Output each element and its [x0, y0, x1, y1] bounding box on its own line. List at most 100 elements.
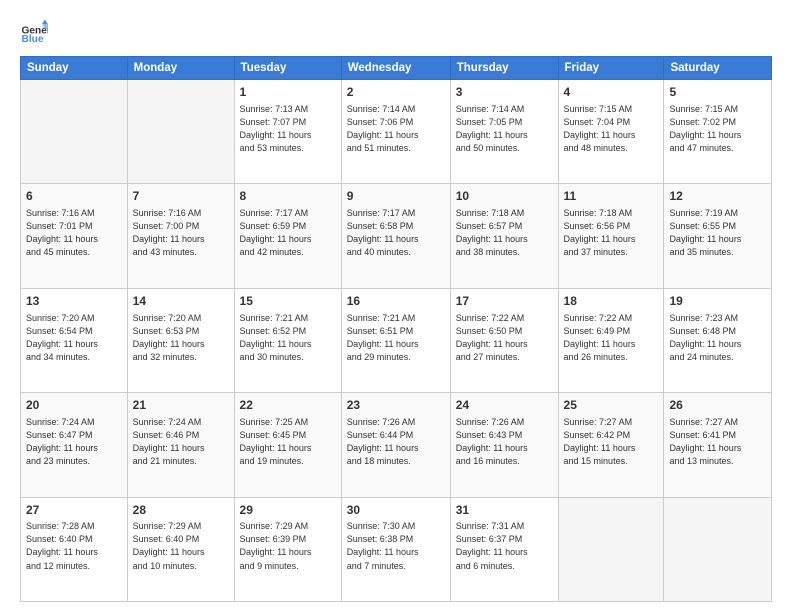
cell-info: Sunrise: 7:29 AM Sunset: 6:39 PM Dayligh…	[240, 520, 336, 572]
day-number: 13	[26, 293, 122, 310]
day-number: 9	[347, 188, 445, 205]
calendar-cell: 21Sunrise: 7:24 AM Sunset: 6:46 PM Dayli…	[127, 393, 234, 497]
day-number: 20	[26, 397, 122, 414]
day-number: 4	[564, 84, 659, 101]
day-number: 22	[240, 397, 336, 414]
calendar-cell: 6 Sunrise: 7:16 AM Sunset: 7:01 PM Daylig…	[21, 184, 128, 288]
cell-info: Sunrise: 7:19 AM Sunset: 6:55 PM Dayligh…	[669, 207, 766, 259]
cell-info: Sunrise: 7:21 AM Sunset: 6:52 PM Dayligh…	[240, 312, 336, 364]
cell-info: Sunrise: 7:17 AM Sunset: 6:58 PM Dayligh…	[347, 207, 445, 259]
day-number: 29	[240, 502, 336, 519]
calendar-cell: 5 Sunrise: 7:15 AM Sunset: 7:02 PM Daylig…	[664, 80, 772, 184]
day-number: 26	[669, 397, 766, 414]
cell-info: Sunrise: 7:26 AM Sunset: 6:43 PM Dayligh…	[456, 416, 553, 468]
calendar-cell: 19 Sunrise: 7:23 AM Sunset: 6:48 PM Dayli…	[664, 288, 772, 392]
cell-info: Sunrise: 7:15 AM Sunset: 7:02 PM Dayligh…	[669, 103, 766, 155]
calendar-cell: 10 Sunrise: 7:18 AM Sunset: 6:57 PM Dayli…	[450, 184, 558, 288]
day-number: 17	[456, 293, 553, 310]
cell-info: Sunrise: 7:23 AM Sunset: 6:48 PM Dayligh…	[669, 312, 766, 364]
day-number: 16	[347, 293, 445, 310]
day-number: 5	[669, 84, 766, 101]
cell-info: Sunrise: 7:26 AM Sunset: 6:44 PM Dayligh…	[347, 416, 445, 468]
calendar-cell: 31Sunrise: 7:31 AM Sunset: 6:37 PM Dayli…	[450, 497, 558, 601]
page-header: General Blue	[20, 18, 772, 46]
day-number: 31	[456, 502, 553, 519]
calendar-cell: 15 Sunrise: 7:21 AM Sunset: 6:52 PM Dayli…	[234, 288, 341, 392]
cell-info: Sunrise: 7:21 AM Sunset: 6:51 PM Dayligh…	[347, 312, 445, 364]
day-number: 27	[26, 502, 122, 519]
day-number: 11	[564, 188, 659, 205]
weekday-header-tuesday: Tuesday	[234, 57, 341, 80]
calendar-cell: 3 Sunrise: 7:14 AM Sunset: 7:05 PM Daylig…	[450, 80, 558, 184]
day-number: 19	[669, 293, 766, 310]
day-number: 28	[133, 502, 229, 519]
day-number: 24	[456, 397, 553, 414]
cell-info: Sunrise: 7:27 AM Sunset: 6:41 PM Dayligh…	[669, 416, 766, 468]
cell-info: Sunrise: 7:29 AM Sunset: 6:40 PM Dayligh…	[133, 520, 229, 572]
cell-info: Sunrise: 7:28 AM Sunset: 6:40 PM Dayligh…	[26, 520, 122, 572]
calendar-cell: 29Sunrise: 7:29 AM Sunset: 6:39 PM Dayli…	[234, 497, 341, 601]
day-number: 18	[564, 293, 659, 310]
calendar-cell: 20 Sunrise: 7:24 AM Sunset: 6:47 PM Dayli…	[21, 393, 128, 497]
day-number: 25	[564, 397, 659, 414]
weekday-header-thursday: Thursday	[450, 57, 558, 80]
cell-info: Sunrise: 7:31 AM Sunset: 6:37 PM Dayligh…	[456, 520, 553, 572]
logo: General Blue	[20, 18, 48, 46]
cell-info: Sunrise: 7:14 AM Sunset: 7:06 PM Dayligh…	[347, 103, 445, 155]
day-number: 1	[240, 84, 336, 101]
calendar-cell: 16 Sunrise: 7:21 AM Sunset: 6:51 PM Dayli…	[341, 288, 450, 392]
cell-info: Sunrise: 7:30 AM Sunset: 6:38 PM Dayligh…	[347, 520, 445, 572]
calendar-cell	[21, 80, 128, 184]
cell-info: Sunrise: 7:17 AM Sunset: 6:59 PM Dayligh…	[240, 207, 336, 259]
calendar-cell: 30Sunrise: 7:30 AM Sunset: 6:38 PM Dayli…	[341, 497, 450, 601]
day-number: 8	[240, 188, 336, 205]
calendar-cell: 22 Sunrise: 7:25 AM Sunset: 6:45 PM Dayli…	[234, 393, 341, 497]
calendar-cell	[664, 497, 772, 601]
cell-info: Sunrise: 7:25 AM Sunset: 6:45 PM Dayligh…	[240, 416, 336, 468]
day-number: 6	[26, 188, 122, 205]
day-number: 2	[347, 84, 445, 101]
cell-info: Sunrise: 7:14 AM Sunset: 7:05 PM Dayligh…	[456, 103, 553, 155]
calendar-cell: 23Sunrise: 7:26 AM Sunset: 6:44 PM Dayli…	[341, 393, 450, 497]
calendar-cell: 14 Sunrise: 7:20 AM Sunset: 6:53 PM Dayli…	[127, 288, 234, 392]
day-number: 3	[456, 84, 553, 101]
calendar-cell: 8 Sunrise: 7:17 AM Sunset: 6:59 PM Daylig…	[234, 184, 341, 288]
day-number: 14	[133, 293, 229, 310]
weekday-header-friday: Friday	[558, 57, 664, 80]
cell-info: Sunrise: 7:22 AM Sunset: 6:50 PM Dayligh…	[456, 312, 553, 364]
weekday-header-monday: Monday	[127, 57, 234, 80]
svg-text:Blue: Blue	[22, 34, 44, 45]
cell-info: Sunrise: 7:15 AM Sunset: 7:04 PM Dayligh…	[564, 103, 659, 155]
day-number: 21	[133, 397, 229, 414]
calendar-cell: 7 Sunrise: 7:16 AM Sunset: 7:00 PM Daylig…	[127, 184, 234, 288]
calendar-cell: 12 Sunrise: 7:19 AM Sunset: 6:55 PM Dayli…	[664, 184, 772, 288]
calendar-cell: 18 Sunrise: 7:22 AM Sunset: 6:49 PM Dayli…	[558, 288, 664, 392]
day-number: 10	[456, 188, 553, 205]
calendar-cell: 1 Sunrise: 7:13 AM Sunset: 7:07 PM Daylig…	[234, 80, 341, 184]
day-number: 12	[669, 188, 766, 205]
weekday-header-wednesday: Wednesday	[341, 57, 450, 80]
calendar-cell: 4 Sunrise: 7:15 AM Sunset: 7:04 PM Daylig…	[558, 80, 664, 184]
calendar-cell: 28Sunrise: 7:29 AM Sunset: 6:40 PM Dayli…	[127, 497, 234, 601]
cell-info: Sunrise: 7:20 AM Sunset: 6:53 PM Dayligh…	[133, 312, 229, 364]
calendar-cell: 27Sunrise: 7:28 AM Sunset: 6:40 PM Dayli…	[21, 497, 128, 601]
cell-info: Sunrise: 7:24 AM Sunset: 6:47 PM Dayligh…	[26, 416, 122, 468]
cell-info: Sunrise: 7:16 AM Sunset: 7:01 PM Dayligh…	[26, 207, 122, 259]
cell-info: Sunrise: 7:22 AM Sunset: 6:49 PM Dayligh…	[564, 312, 659, 364]
cell-info: Sunrise: 7:13 AM Sunset: 7:07 PM Dayligh…	[240, 103, 336, 155]
day-number: 15	[240, 293, 336, 310]
cell-info: Sunrise: 7:20 AM Sunset: 6:54 PM Dayligh…	[26, 312, 122, 364]
calendar-table: SundayMondayTuesdayWednesdayThursdayFrid…	[20, 56, 772, 602]
calendar-cell	[127, 80, 234, 184]
calendar-cell	[558, 497, 664, 601]
weekday-header-saturday: Saturday	[664, 57, 772, 80]
cell-info: Sunrise: 7:16 AM Sunset: 7:00 PM Dayligh…	[133, 207, 229, 259]
calendar-cell: 9 Sunrise: 7:17 AM Sunset: 6:58 PM Daylig…	[341, 184, 450, 288]
logo-icon: General Blue	[20, 18, 48, 46]
cell-info: Sunrise: 7:18 AM Sunset: 6:57 PM Dayligh…	[456, 207, 553, 259]
calendar-cell: 13 Sunrise: 7:20 AM Sunset: 6:54 PM Dayli…	[21, 288, 128, 392]
weekday-header-sunday: Sunday	[21, 57, 128, 80]
calendar-cell: 17 Sunrise: 7:22 AM Sunset: 6:50 PM Dayli…	[450, 288, 558, 392]
day-number: 7	[133, 188, 229, 205]
day-number: 30	[347, 502, 445, 519]
